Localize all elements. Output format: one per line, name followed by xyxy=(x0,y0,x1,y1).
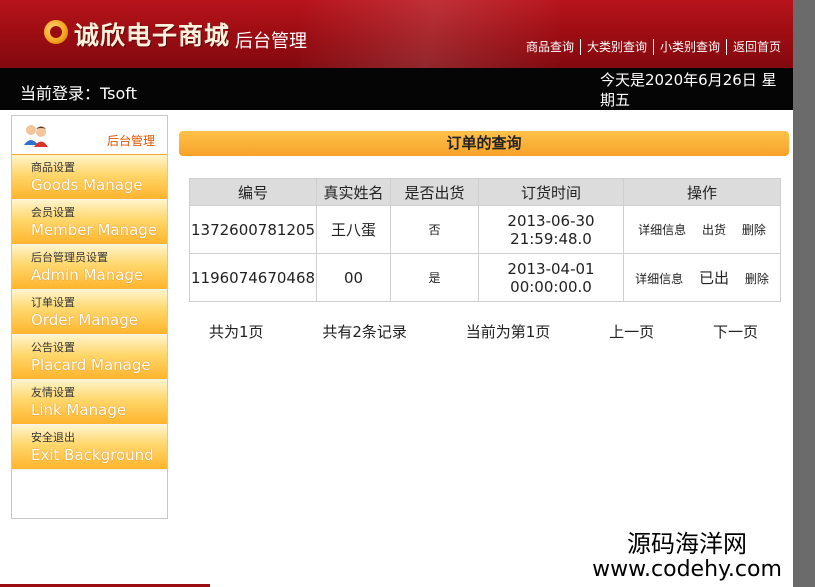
sidebar-item-english: Goods Manage xyxy=(31,176,143,194)
logo-subtitle: 后台管理 xyxy=(235,31,307,52)
column-header-actions: 操作 xyxy=(623,178,781,206)
order-clock: 21:59:48.0 xyxy=(510,229,592,248)
page-frame: 诚欣电子商城 后台管理 商品查询 大类别查询 小类别查询 返回首页 当前登录：T… xyxy=(0,0,793,587)
total-pages: 共为1页 xyxy=(209,323,264,341)
sidebar-item-exit[interactable]: 安全退出 Exit Background xyxy=(12,425,167,470)
nav-separator xyxy=(725,38,727,55)
delete-link[interactable]: 删除 xyxy=(742,223,766,237)
total-records: 共有2条记录 xyxy=(322,323,407,341)
column-header-order-time: 订货时间 xyxy=(478,178,624,206)
sidebar-item-label: 会员设置 xyxy=(31,206,75,219)
column-header-name: 真实姓名 xyxy=(316,178,391,206)
sidebar-item-order[interactable]: 订单设置 Order Manage xyxy=(12,290,167,335)
nav-back-home[interactable]: 返回首页 xyxy=(733,38,781,55)
sidebar-item-english: Order Manage xyxy=(31,311,138,329)
nav-subcategory-query[interactable]: 小类别查询 xyxy=(660,38,720,55)
sidebar-item-member[interactable]: 会员设置 Member Manage xyxy=(12,200,167,245)
sidebar-item-link[interactable]: 友情设置 Link Manage xyxy=(12,380,167,425)
sidebar-item-admin[interactable]: 后台管理员设置 Admin Manage xyxy=(12,245,167,290)
sidebar-item-english: Link Manage xyxy=(31,401,127,419)
shipped-label: 已出 xyxy=(698,269,729,287)
detail-link[interactable]: 详细信息 xyxy=(638,223,686,237)
sidebar-item-label: 友情设置 xyxy=(31,386,75,399)
nav-separator xyxy=(652,38,654,55)
order-date: 2013-04-01 xyxy=(507,259,595,278)
sidebar-item-placard[interactable]: 公告设置 Placard Manage xyxy=(12,335,167,380)
nav-goods-query[interactable]: 商品查询 xyxy=(526,38,574,55)
login-bar: 当前登录：Tsoft 今天是2020年6月26日 星期五 xyxy=(0,68,793,110)
order-id: 1372600781205 xyxy=(189,205,317,254)
current-page: 当前为第1页 xyxy=(465,323,551,341)
sidebar-title: 后台管理 xyxy=(106,134,155,148)
watermark-url: www.codehy.com xyxy=(592,557,782,582)
column-header-shipped: 是否出货 xyxy=(390,178,479,206)
prev-page-link[interactable]: 上一页 xyxy=(609,321,654,342)
header-banner: 诚欣电子商城 后台管理 商品查询 大类别查询 小类别查询 返回首页 xyxy=(0,0,793,68)
order-time: 2013-06-30 21:59:48.0 xyxy=(478,205,624,254)
table-header-row: 编号 真实姓名 是否出货 订货时间 操作 xyxy=(189,178,781,206)
sidebar-item-label: 商品设置 xyxy=(31,161,75,174)
real-name: 00 xyxy=(316,253,391,302)
watermark: 源码海洋网 www.codehy.com xyxy=(582,530,792,582)
order-clock: 00:00:00.0 xyxy=(510,277,592,296)
delete-link[interactable]: 删除 xyxy=(745,272,769,286)
shipped-status: 是 xyxy=(390,253,479,302)
pagination: 共为1页 共有2条记录 当前为第1页 上一页 下一页 xyxy=(189,321,780,342)
sidebar-item-label: 安全退出 xyxy=(31,431,75,444)
order-time: 2013-04-01 00:00:00.0 xyxy=(478,253,624,302)
table-row: 1372600781205 王八蛋 否 2013-06-30 21:59:48.… xyxy=(189,205,781,254)
logo-icon xyxy=(44,20,68,44)
order-id: 1196074670468 xyxy=(189,253,317,302)
shipped-status: 否 xyxy=(390,205,479,254)
current-login: 当前登录：Tsoft xyxy=(20,84,137,103)
real-name: 王八蛋 xyxy=(316,205,391,254)
detail-link[interactable]: 详细信息 xyxy=(635,272,683,286)
sidebar-item-english: Member Manage xyxy=(31,221,158,239)
watermark-title: 源码海洋网 xyxy=(627,530,747,558)
sidebar-item-goods[interactable]: 商品设置 Goods Manage xyxy=(12,155,167,200)
admin-users-icon xyxy=(24,125,48,147)
page-title: 订单的查询 xyxy=(179,131,789,156)
order-date: 2013-06-30 xyxy=(507,211,595,230)
top-nav: 商品查询 大类别查询 小类别查询 返回首页 xyxy=(526,38,781,55)
sidebar-header: 后台管理 xyxy=(12,116,167,155)
next-page-link[interactable]: 下一页 xyxy=(713,321,758,342)
sidebar-item-label: 后台管理员设置 xyxy=(31,251,108,264)
table-row: 1196074670468 00 是 2013-04-01 00:00:00.0… xyxy=(189,253,781,302)
ship-link[interactable]: 出货 xyxy=(702,223,726,237)
sidebar-item-english: Placard Manage xyxy=(31,356,151,374)
sidebar: 后台管理 商品设置 Goods Manage 会员设置 Member Manag… xyxy=(11,115,168,519)
row-actions: 详细信息 已出 删除 xyxy=(623,253,781,302)
orders-table: 编号 真实姓名 是否出货 订货时间 操作 1372600781205 王八蛋 否… xyxy=(189,178,781,302)
logo-text: 诚欣电子商城 xyxy=(74,21,231,50)
sidebar-item-label: 订单设置 xyxy=(31,296,75,309)
window-right-edge xyxy=(793,0,815,587)
column-header-id: 编号 xyxy=(189,178,317,206)
nav-separator xyxy=(579,38,581,55)
sidebar-item-english: Admin Manage xyxy=(31,266,144,284)
sidebar-item-label: 公告设置 xyxy=(31,341,75,354)
nav-category-query[interactable]: 大类别查询 xyxy=(587,38,647,55)
row-actions: 详细信息 出货 删除 xyxy=(623,205,781,254)
current-date: 今天是2020年6月26日 星期五 xyxy=(600,71,777,109)
sidebar-item-english: Exit Background xyxy=(31,446,154,464)
